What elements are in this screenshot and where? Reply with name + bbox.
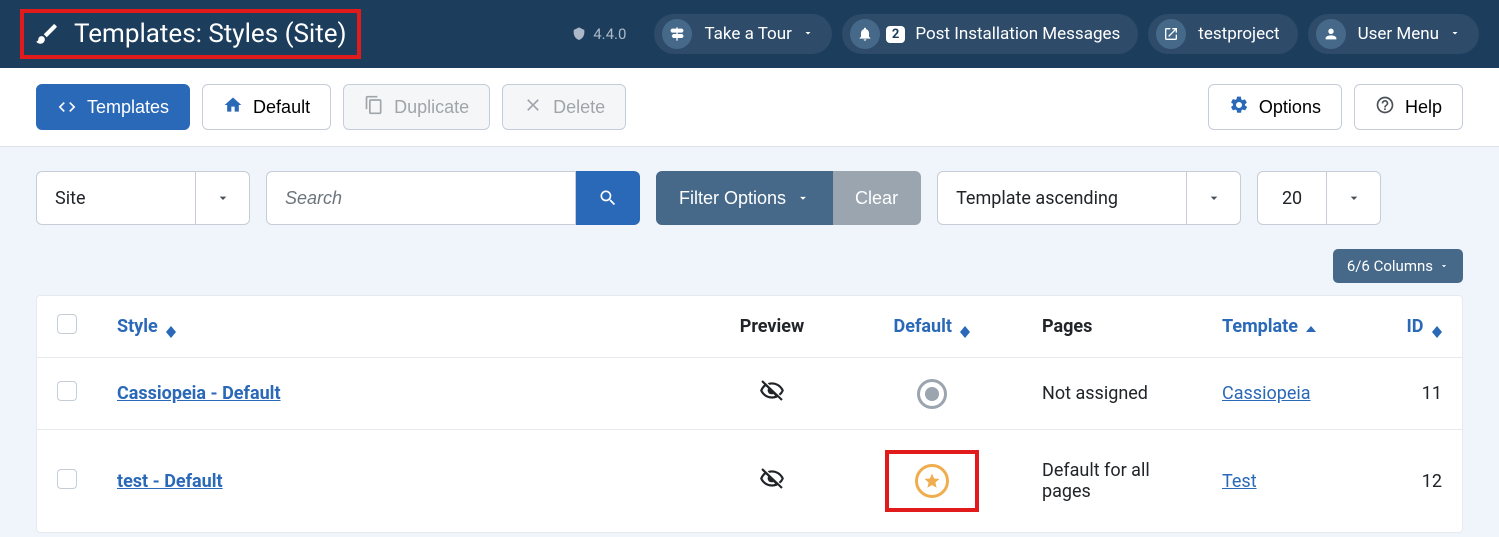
bell-icon [850,19,880,49]
clear-button[interactable]: Clear [833,171,921,225]
sort-icon [1432,326,1442,338]
default-indicator [885,450,979,512]
page-title: Templates: Styles (Site) [74,19,347,49]
preview-disabled-icon[interactable] [759,466,785,492]
page-title-area: Templates: Styles (Site) [20,9,361,59]
col-default[interactable]: Default [842,296,1022,358]
styles-table: Style Preview Default Pages Template ID [36,295,1463,533]
preview-disabled-icon[interactable] [759,378,785,404]
action-toolbar: Templates Default Duplicate Delete Optio… [0,68,1499,147]
chevron-down-icon[interactable] [1187,171,1241,225]
pages-cell: Not assigned [1022,358,1202,430]
search-button[interactable] [576,171,640,225]
duplicate-button[interactable]: Duplicate [343,84,490,130]
external-link-icon [1156,19,1186,49]
limit-select[interactable]: 20 [1257,171,1381,225]
set-default-toggle[interactable] [917,379,947,409]
user-icon [1316,19,1346,49]
template-link[interactable]: Cassiopeia [1222,383,1311,404]
user-menu-button[interactable]: User Menu [1308,14,1479,54]
table-row: Cassiopeia - Default Not assigned Cassio… [37,358,1462,430]
search-input[interactable] [266,171,576,225]
columns-toggle[interactable]: 6/6 Columns [1333,249,1463,283]
version-label: 4.4.0 [571,25,626,43]
id-cell: 12 [1382,430,1462,533]
sort-icon [166,326,176,338]
chevron-down-icon[interactable] [196,171,250,225]
help-button[interactable]: Help [1354,84,1463,130]
chevron-down-icon[interactable] [1327,171,1381,225]
brush-icon [34,21,60,47]
row-checkbox[interactable] [57,381,77,401]
filter-bar: Site Filter Options Clear Template ascen… [0,147,1499,249]
search-icon [598,188,618,208]
home-icon [223,95,243,115]
style-link[interactable]: Cassiopeia - Default [117,383,281,404]
col-template[interactable]: Template [1202,296,1382,358]
admin-header: Templates: Styles (Site) 4.4.0 Take a To… [0,0,1499,68]
id-cell: 11 [1382,358,1462,430]
x-icon [523,95,543,115]
sort-select[interactable]: Template ascending [937,171,1241,225]
templates-button[interactable]: Templates [36,84,190,130]
col-id[interactable]: ID [1382,296,1462,358]
style-link[interactable]: test - Default [117,471,223,492]
client-select[interactable]: Site [36,171,250,225]
chevron-down-icon [1449,24,1461,44]
pages-cell: Default for all pages [1022,430,1202,533]
row-checkbox[interactable] [57,469,77,489]
filter-options-button[interactable]: Filter Options [656,171,833,225]
chevron-down-icon [796,191,810,205]
select-all-checkbox[interactable] [57,314,77,334]
delete-button[interactable]: Delete [502,84,626,130]
project-link[interactable]: testproject [1148,14,1297,54]
chevron-down-icon [802,24,814,44]
col-style[interactable]: Style [97,296,702,358]
help-icon [1375,95,1395,115]
take-tour-button[interactable]: Take a Tour [654,14,831,54]
sort-icon [960,326,970,338]
table-row: test - Default Default for all pages Tes… [37,430,1462,533]
code-icon [57,97,77,117]
notifications-button[interactable]: 2 Post Installation Messages [842,14,1138,54]
default-star-icon[interactable] [915,464,949,498]
col-preview: Preview [702,296,842,358]
template-link[interactable]: Test [1222,471,1257,492]
chevron-down-icon [1439,261,1449,271]
col-pages: Pages [1022,296,1202,358]
notification-count: 2 [886,26,905,43]
default-button[interactable]: Default [202,84,331,130]
signpost-icon [662,19,692,49]
options-button[interactable]: Options [1208,84,1342,130]
sort-asc-icon [1306,326,1316,332]
joomla-icon [571,26,587,42]
copy-icon [364,95,384,115]
gear-icon [1229,95,1249,115]
